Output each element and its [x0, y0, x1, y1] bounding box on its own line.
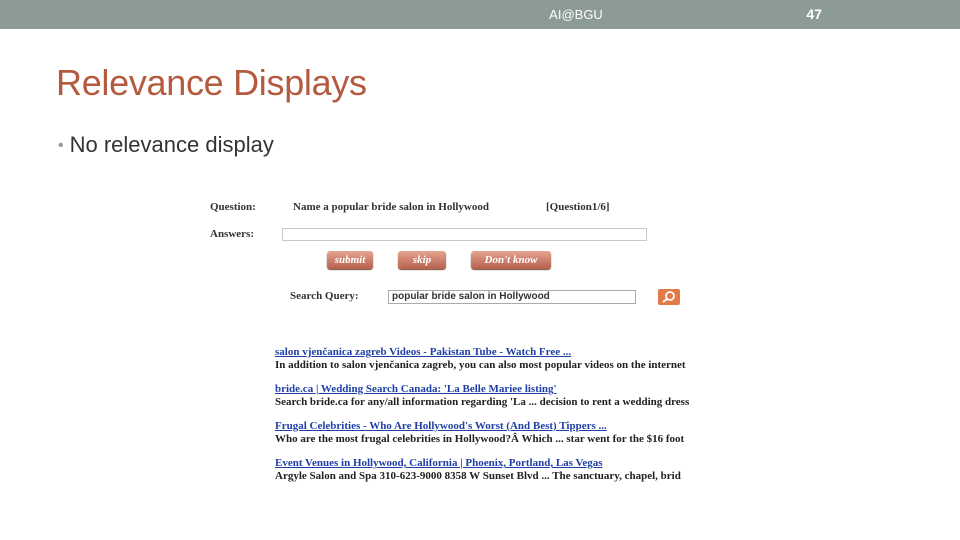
- bullet-text: No relevance display: [69, 132, 274, 157]
- embedded-search-screenshot: Question: Name a popular bride salon in …: [205, 195, 740, 485]
- search-icon[interactable]: [658, 289, 680, 305]
- result-link[interactable]: Frugal Celebrities - Who Are Hollywood's…: [275, 420, 736, 433]
- result-item: Frugal Celebrities - Who Are Hollywood's…: [275, 420, 736, 457]
- result-snippet: Who are the most frugal celebrities in H…: [275, 433, 685, 445]
- search-query-input[interactable]: popular bride salon in Hollywood: [388, 290, 636, 304]
- question-text: Name a popular bride salon in Hollywood: [293, 201, 489, 213]
- result-link[interactable]: salon vjenčanica zagreb Videos - Pakista…: [275, 346, 736, 359]
- result-snippet: Search bride.ca for any/all information …: [275, 396, 690, 408]
- slide-header-bar: AI@BGU 47: [0, 0, 960, 29]
- bullet-item: • No relevance display: [58, 132, 274, 158]
- result-item: salon vjenčanica zagreb Videos - Pakista…: [275, 346, 736, 383]
- dont-know-button[interactable]: Don't know: [471, 251, 551, 269]
- page-number: 47: [806, 6, 822, 22]
- bullet-dot-icon: •: [58, 137, 64, 154]
- submit-button[interactable]: submit: [327, 251, 373, 269]
- result-item: bride.ca | Wedding Search Canada: 'La Be…: [275, 383, 736, 420]
- search-results-list: salon vjenčanica zagreb Videos - Pakista…: [275, 346, 736, 494]
- result-link[interactable]: bride.ca | Wedding Search Canada: 'La Be…: [275, 383, 736, 396]
- skip-button[interactable]: skip: [398, 251, 446, 269]
- result-item: Event Venues in Hollywood, California | …: [275, 457, 736, 494]
- question-label: Question:: [210, 201, 256, 213]
- answers-label: Answers:: [210, 228, 254, 240]
- result-snippet: Argyle Salon and Spa 310-623-9000 8358 W…: [275, 470, 681, 482]
- answer-input[interactable]: [282, 228, 647, 241]
- question-counter: [Question1/6]: [546, 201, 610, 213]
- search-query-label: Search Query:: [290, 290, 359, 302]
- result-link[interactable]: Event Venues in Hollywood, California | …: [275, 457, 736, 470]
- result-snippet: In addition to salon vjenčanica zagreb, …: [275, 359, 686, 371]
- slide-title: Relevance Displays: [56, 62, 367, 103]
